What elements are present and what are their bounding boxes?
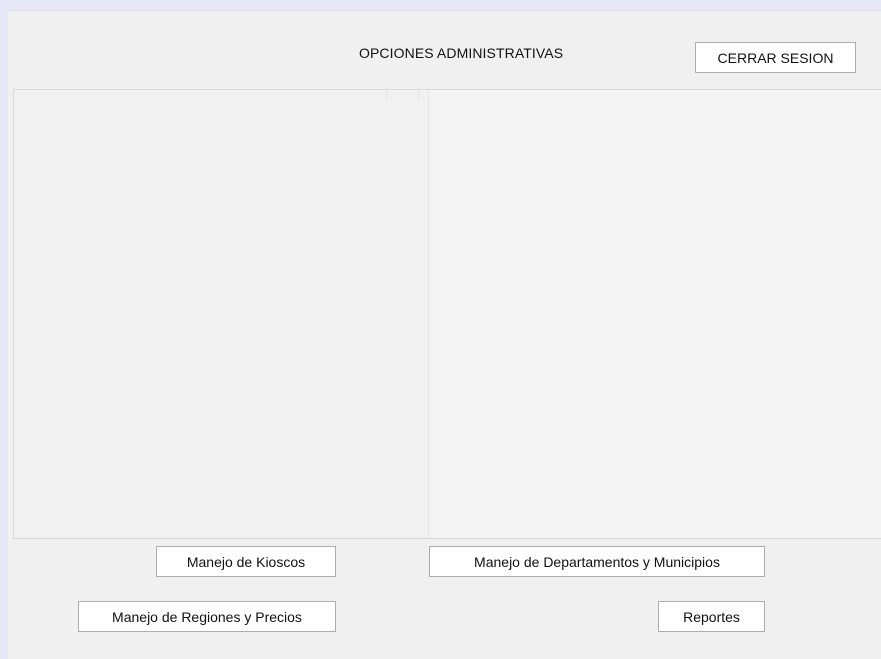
logout-button[interactable]: CERRAR SESION	[695, 42, 856, 73]
reports-button[interactable]: Reportes	[658, 601, 765, 632]
page-title: OPCIONES ADMINISTRATIVAS	[359, 45, 564, 61]
manage-regions-button[interactable]: Manejo de Regiones y Precios	[78, 601, 336, 632]
manage-departments-button[interactable]: Manejo de Departamentos y Municipios	[429, 546, 765, 577]
content-panel	[13, 89, 881, 539]
manage-kiosks-button[interactable]: Manejo de Kioscos	[156, 546, 336, 577]
admin-window: OPCIONES ADMINISTRATIVAS CERRAR SESION M…	[8, 10, 881, 659]
panel-divider-mark	[386, 90, 387, 100]
panel-divider-mark	[418, 90, 419, 100]
content-panel-right	[428, 90, 881, 538]
